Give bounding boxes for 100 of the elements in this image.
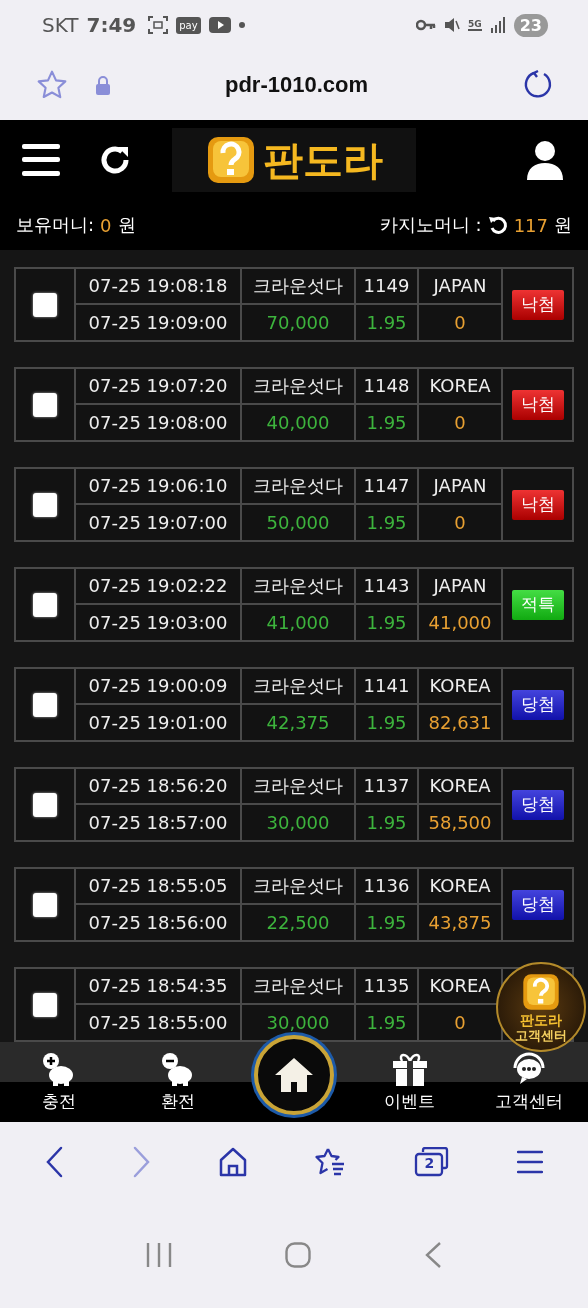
- table-cell: 70,000: [242, 304, 356, 340]
- table-cell: KOREA: [419, 769, 503, 805]
- table-cell: KOREA: [419, 669, 503, 705]
- home-button[interactable]: [254, 1035, 334, 1115]
- table-cell: 07-25 19:02:22: [76, 569, 242, 605]
- table-cell: 크라운섯다: [242, 969, 356, 1005]
- table-cell: 1.95: [356, 304, 419, 340]
- status-badge: 낙첨: [511, 289, 564, 320]
- menu-icon[interactable]: [516, 1150, 543, 1174]
- key-icon: [416, 19, 437, 31]
- status-badge: 낙첨: [511, 389, 564, 420]
- nav-button[interactable]: 이벤트: [364, 1051, 455, 1113]
- currency-unit: 원: [117, 213, 136, 237]
- lock-icon: [95, 75, 111, 95]
- network-badge: 5G: [468, 19, 482, 31]
- status-badge: 당첨: [511, 789, 564, 820]
- table-cell: 0: [419, 404, 503, 440]
- table-cell: 1.95: [356, 504, 419, 540]
- screenshot-icon: [148, 16, 169, 34]
- table-cell: 크라운섯다: [242, 369, 356, 405]
- home-icon: [274, 1057, 314, 1093]
- url-text[interactable]: pdr-1010.com: [111, 72, 482, 98]
- table-cell: 1141: [356, 669, 419, 705]
- status-badge: 적특: [511, 589, 564, 620]
- table-cell: 07-25 19:00:09: [76, 669, 242, 705]
- table-cell: 07-25 18:57:00: [76, 804, 242, 840]
- table-cell: 크라운섯다: [242, 869, 356, 905]
- clock: 7:49: [86, 13, 137, 37]
- table-cell: 1.95: [356, 804, 419, 840]
- table-cell: 크라운섯다: [242, 269, 356, 305]
- table-cell: 42,375: [242, 704, 356, 740]
- table-cell: 07-25 19:07:00: [76, 504, 242, 540]
- table-cell: KOREA: [419, 869, 503, 905]
- table-cell: 크라운섯다: [242, 469, 356, 505]
- table-cell: 07-25 18:56:20: [76, 769, 242, 805]
- table-cell: 43,875: [419, 904, 503, 940]
- checkbox[interactable]: [33, 892, 57, 917]
- nav-button[interactable]: 환전: [133, 1051, 224, 1113]
- table-cell: 1.95: [356, 404, 419, 440]
- checkbox[interactable]: [33, 692, 57, 717]
- recent-apps-icon[interactable]: [146, 1242, 173, 1268]
- table-cell: 07-25 18:56:00: [76, 904, 242, 940]
- star-icon[interactable]: [35, 69, 69, 101]
- logo[interactable]: 판도라: [172, 128, 416, 192]
- table-cell: 41,000: [419, 604, 503, 640]
- table-cell: 30,000: [242, 804, 356, 840]
- signal-icon: [489, 17, 506, 33]
- table-cell: 크라운섯다: [242, 669, 356, 705]
- checkbox[interactable]: [33, 592, 57, 617]
- table-cell: 1.95: [356, 604, 419, 640]
- money-value: 117: [513, 214, 548, 236]
- table-cell: 크라운섯다: [242, 569, 356, 605]
- checkbox[interactable]: [33, 992, 57, 1017]
- table-cell: JAPAN: [419, 569, 503, 605]
- home-icon[interactable]: [217, 1147, 248, 1177]
- status-badge: 낙첨: [511, 489, 564, 520]
- table-cell: 07-25 19:08:18: [76, 269, 242, 305]
- gift-icon: [391, 1051, 428, 1086]
- table-cell: 1143: [356, 569, 419, 605]
- table-cell: 07-25 19:08:00: [76, 404, 242, 440]
- reload-icon[interactable]: [522, 69, 554, 101]
- table-cell: 1.95: [356, 1004, 419, 1040]
- table-cell: 58,500: [419, 804, 503, 840]
- refresh-icon[interactable]: [487, 215, 508, 235]
- checkbox[interactable]: [33, 492, 57, 517]
- mute-icon: [444, 17, 461, 33]
- table-cell: 1148: [356, 369, 419, 405]
- table-cell: 07-25 18:55:00: [76, 1004, 242, 1040]
- table-cell: 22,500: [242, 904, 356, 940]
- table-cell: 82,631: [419, 704, 503, 740]
- nav-button[interactable]: 고객센터: [483, 1051, 574, 1113]
- menu-icon[interactable]: [22, 144, 60, 176]
- status-badge: 당첨: [511, 889, 564, 920]
- nav-button[interactable]: 충전: [14, 1051, 105, 1113]
- table-cell: 07-25 18:54:35: [76, 969, 242, 1005]
- table-cell: 1.95: [356, 904, 419, 940]
- battery-badge: 23: [513, 13, 548, 37]
- table-cell: 크라운섯다: [242, 769, 356, 805]
- table-cell: 0: [419, 504, 503, 540]
- money-value: 0: [100, 214, 112, 236]
- table-cell: 07-25 19:07:20: [76, 369, 242, 405]
- checkbox[interactable]: [33, 392, 57, 417]
- status-badge: 당첨: [511, 689, 564, 720]
- table-cell: 1136: [356, 869, 419, 905]
- table-cell: 07-25 19:03:00: [76, 604, 242, 640]
- table-cell: JAPAN: [419, 269, 503, 305]
- table-cell: 1149: [356, 269, 419, 305]
- user-icon[interactable]: [526, 140, 564, 180]
- dot-icon: [238, 22, 245, 28]
- checkbox[interactable]: [33, 792, 57, 817]
- money-label: 카지노머니 :: [379, 213, 482, 237]
- checkbox[interactable]: [33, 292, 57, 317]
- table-cell: JAPAN: [419, 469, 503, 505]
- table-cell: 07-25 19:09:00: [76, 304, 242, 340]
- table-cell: 50,000: [242, 504, 356, 540]
- table-cell: 0: [419, 304, 503, 340]
- table-cell: 07-25 19:06:10: [76, 469, 242, 505]
- carrier: SKT: [42, 13, 79, 37]
- table-cell: 40,000: [242, 404, 356, 440]
- pay-badge: pay: [176, 16, 201, 34]
